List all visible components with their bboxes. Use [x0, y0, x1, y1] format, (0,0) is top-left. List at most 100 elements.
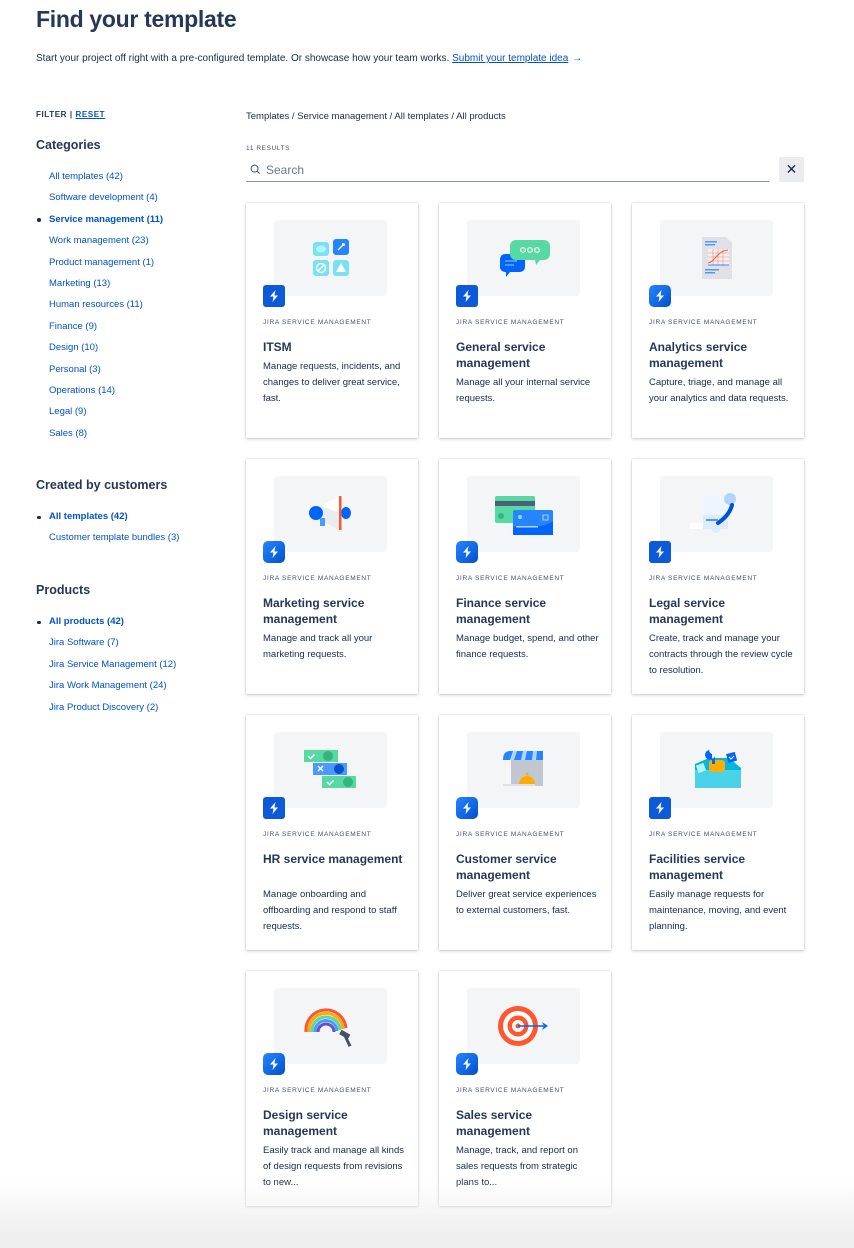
filter-label: FILTER [36, 110, 68, 119]
template-card-analytics-service-management[interactable]: JIRA SERVICE MANAGEMENT Analytics servic… [632, 203, 804, 438]
template-card-sales-service-management[interactable]: JIRA SERVICE MANAGEMENT Sales service ma… [439, 971, 611, 1206]
card-title: Design service management [263, 1108, 348, 1138]
hr-approvals-icon [303, 750, 356, 788]
card-description: Manage, track, and report on sales reque… [456, 1145, 578, 1188]
template-grid: JIRA SERVICE MANAGEMENT ITSM Manage requ… [246, 203, 804, 1206]
intro-copy: Start your project off right with a pre-… [36, 53, 450, 64]
jira-service-management-logo-icon [263, 541, 285, 563]
card-thumbnail [274, 220, 387, 296]
card-thumbnail [274, 476, 387, 552]
jira-service-management-logo-icon [456, 285, 478, 307]
jira-service-management-logo-icon [649, 285, 671, 307]
search-icon [250, 164, 260, 174]
template-card-customer-service-management[interactable]: JIRA SERVICE MANAGEMENT Customer service… [439, 715, 611, 950]
category-item[interactable]: Operations (14) [36, 380, 163, 401]
product-filter-item[interactable]: Jira Work Management (24) [36, 675, 176, 696]
intro-text: Start your project off right with a pre-… [36, 53, 582, 64]
template-card-general-service-management[interactable]: JIRA SERVICE MANAGEMENT General service … [439, 203, 611, 438]
card-title: Customer service management [456, 852, 557, 882]
template-card-itsm[interactable]: JIRA SERVICE MANAGEMENT ITSM Manage requ… [246, 203, 418, 438]
credit-cards-icon [494, 496, 553, 535]
category-item[interactable]: Sales (8) [36, 423, 163, 444]
chat-bubbles-icon [499, 240, 550, 277]
card-description: Manage all your internal service request… [456, 377, 591, 404]
category-item[interactable]: Design (10) [36, 337, 163, 358]
category-item[interactable]: Finance (9) [36, 316, 163, 337]
card-product: JIRA SERVICE MANAGEMENT [456, 319, 565, 326]
template-card-legal-service-management[interactable]: JIRA SERVICE MANAGEMENT Legal service ma… [632, 459, 804, 694]
reset-filter-button[interactable]: RESET [76, 110, 106, 119]
created-by-heading: Created by customers [36, 478, 168, 492]
card-title: HR service management [263, 852, 403, 866]
card-description: Manage requests, incidents, and changes … [263, 361, 401, 404]
category-item[interactable]: Human resources (11) [36, 294, 163, 315]
products-heading: Products [36, 583, 91, 597]
card-product: JIRA SERVICE MANAGEMENT [456, 831, 565, 838]
template-card-design-service-management[interactable]: JIRA SERVICE MANAGEMENT Design service m… [246, 971, 418, 1206]
card-product: JIRA SERVICE MANAGEMENT [456, 1087, 565, 1094]
created-by-item[interactable]: Customer template bundles (3) [36, 527, 179, 548]
category-item[interactable]: Legal (9) [36, 401, 163, 422]
card-title: Marketing service management [263, 596, 365, 626]
card-thumbnail [467, 732, 580, 808]
card-title: Analytics service management [649, 340, 748, 370]
template-card-hr-service-management[interactable]: JIRA SERVICE MANAGEMENT HR service manag… [246, 715, 418, 950]
submit-template-link[interactable]: Submit your template idea [452, 53, 568, 64]
product-filter-item[interactable]: Jira Software (7) [36, 632, 176, 653]
jira-service-management-logo-icon [649, 797, 671, 819]
card-thumbnail [274, 732, 387, 808]
itsm-workflow-icon [312, 239, 349, 276]
product-filter-item[interactable]: Jira Product Discovery (2) [36, 697, 176, 718]
clear-search-button[interactable]: ✕ [779, 157, 804, 182]
arrow-right-icon: → [572, 53, 583, 64]
contract-quill-icon [689, 493, 736, 533]
card-thumbnail [660, 220, 773, 296]
category-item[interactable]: Software development (4) [36, 187, 163, 208]
jira-service-management-logo-icon [263, 797, 285, 819]
jira-service-management-logo-icon [456, 797, 478, 819]
card-description: Easily track and manage all kinds of des… [263, 1145, 404, 1188]
card-product: JIRA SERVICE MANAGEMENT [263, 831, 372, 838]
card-description: Manage budget, spend, and other finance … [456, 633, 599, 660]
card-title: General service management [456, 340, 546, 370]
page-title: Find your template [36, 6, 237, 32]
storefront-bell-icon [502, 751, 543, 786]
category-item[interactable]: Product management (1) [36, 252, 163, 273]
card-thumbnail [660, 732, 773, 808]
card-product: JIRA SERVICE MANAGEMENT [649, 319, 758, 326]
filter-bar: FILTER | RESET [36, 110, 105, 119]
megaphone-icon [308, 496, 351, 530]
card-description: Manage onboarding and offboarding and re… [263, 889, 397, 932]
card-title: Finance service management [456, 596, 547, 626]
products-list: All products (42) Jira Software (7) Jira S… [36, 611, 176, 718]
category-item[interactable]: Service management (11) [36, 209, 163, 230]
categories-list: All templates (42) Software development (… [36, 166, 163, 444]
jira-service-management-logo-icon [649, 541, 671, 563]
card-thumbnail [467, 220, 580, 296]
card-product: JIRA SERVICE MANAGEMENT [456, 575, 565, 582]
card-title: Facilities service management [649, 852, 746, 882]
template-card-marketing-service-management[interactable]: JIRA SERVICE MANAGEMENT Marketing servic… [246, 459, 418, 694]
product-filter-item[interactable]: All products (42) [36, 611, 176, 632]
template-card-facilities-service-management[interactable]: JIRA SERVICE MANAGEMENT Facilities servi… [632, 715, 804, 950]
search-bar [246, 158, 769, 182]
analytics-report-icon [701, 237, 732, 279]
card-title: Legal service management [649, 596, 726, 626]
search-input[interactable] [266, 162, 746, 177]
jira-service-management-logo-icon [263, 285, 285, 307]
product-filter-item[interactable]: Jira Service Management (12) [36, 654, 176, 675]
close-icon: ✕ [785, 161, 798, 177]
card-product: JIRA SERVICE MANAGEMENT [649, 831, 758, 838]
card-description: Deliver great service experiences to ext… [456, 889, 597, 916]
card-product: JIRA SERVICE MANAGEMENT [263, 1087, 372, 1094]
card-product: JIRA SERVICE MANAGEMENT [263, 575, 372, 582]
category-item[interactable]: Work management (23) [36, 230, 163, 251]
target-arrow-icon [497, 1006, 548, 1046]
card-description: Manage and track all your marketing requ… [263, 633, 373, 660]
template-card-finance-service-management[interactable]: JIRA SERVICE MANAGEMENT Finance service … [439, 459, 611, 694]
category-item[interactable]: Marketing (13) [36, 273, 163, 294]
category-item[interactable]: Personal (3) [36, 359, 163, 380]
created-by-item[interactable]: All templates (42) [36, 506, 179, 527]
category-item[interactable]: All templates (42) [36, 166, 163, 187]
results-count: 11 RESULTS [246, 145, 291, 152]
